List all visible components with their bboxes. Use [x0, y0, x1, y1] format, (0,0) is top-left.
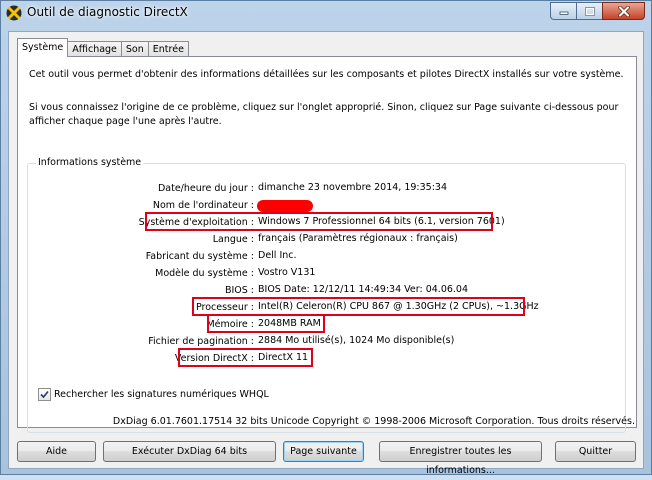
directx-x-icon: [6, 5, 22, 21]
save-all-info-button[interactable]: Enregistrer toutes les informations...: [379, 441, 542, 476]
tab-son[interactable]: Son: [120, 41, 149, 57]
close-icon: [617, 5, 630, 17]
maximize-button[interactable]: [576, 2, 602, 20]
caption-buttons: [550, 2, 645, 20]
minimize-icon: [559, 11, 568, 15]
info-label: Nom de l'ordinateur :: [152, 200, 254, 211]
info-label: Date/heure du jour :: [157, 183, 254, 194]
info-row-datetime: Date/heure du jour :: [18, 182, 254, 196]
button-bar: Aide Exécuter DxDiag 64 bits Page suivan…: [9, 441, 645, 476]
close-button[interactable]: [602, 2, 645, 20]
info-value: Dell Inc.: [258, 250, 297, 261]
minimize-button[interactable]: [550, 2, 576, 20]
info-row-language: Langue :: [18, 233, 254, 247]
info-value: BIOS Date: 12/12/11 14:49:34 Ver: 04.06.…: [258, 284, 469, 295]
run-64bit-button[interactable]: Exécuter DxDiag 64 bits: [103, 441, 276, 462]
next-page-button[interactable]: Page suivante: [283, 441, 364, 462]
info-label: Fichier de pagination :: [148, 336, 254, 347]
highlight-directx: [178, 348, 313, 367]
title-bar[interactable]: Outil de diagnostic DirectX: [1, 1, 651, 27]
info-value: Vostro V131: [258, 267, 316, 278]
tab-entree[interactable]: Entrée: [147, 41, 189, 57]
highlight-os: [145, 212, 493, 231]
systeme-tab-panel: Cet outil vous permet d'obtenir des info…: [17, 56, 638, 433]
system-info-rows: Date/heure du jour : dimanche 23 novembr…: [18, 57, 638, 429]
quit-button[interactable]: Quitter: [555, 441, 636, 462]
info-row-manufacturer: Fabricant du système :: [18, 250, 254, 264]
copyright-text: DxDiag 6.01.7601.17514 32 bits Unicode C…: [112, 416, 635, 427]
help-button[interactable]: Aide: [17, 441, 96, 462]
info-row-pagefile: Fichier de pagination :: [18, 335, 254, 349]
info-value: dimanche 23 novembre 2014, 19:35:34: [258, 182, 448, 193]
whql-check-row[interactable]: Rechercher les signatures numériques WHQ…: [38, 388, 269, 401]
dialog-client-area: Système Affichage Son Entrée Cet outil v…: [8, 31, 645, 476]
info-label: BIOS :: [224, 285, 254, 296]
info-label: Langue :: [212, 234, 254, 245]
maximize-icon: [584, 6, 595, 16]
info-value: 2884 Mo utilisé(s), 1024 Mo disponible(s…: [258, 335, 455, 346]
info-row-model: Modèle du système :: [18, 267, 254, 281]
info-label: Fabricant du système :: [145, 251, 254, 262]
info-row-bios: BIOS :: [18, 284, 254, 298]
redacted-computer-name: [257, 200, 313, 212]
window-title: Outil de diagnostic DirectX: [27, 5, 188, 19]
info-value: français (Paramètres régionaux : françai…: [258, 233, 458, 244]
whql-checkbox[interactable]: [38, 388, 51, 401]
tab-affichage[interactable]: Affichage: [67, 41, 122, 57]
dxdiag-window: Outil de diagnostic DirectX Système Affi…: [0, 0, 652, 476]
highlight-memory: [207, 314, 325, 333]
tab-strip: Système Affichage Son Entrée: [17, 38, 189, 57]
whql-label: Rechercher les signatures numériques WHQ…: [54, 389, 269, 400]
checkmark-icon: [40, 390, 49, 399]
tab-systeme[interactable]: Système: [17, 38, 69, 57]
info-row-computer-name: Nom de l'ordinateur :: [18, 199, 254, 213]
info-label: Modèle du système :: [155, 268, 254, 279]
